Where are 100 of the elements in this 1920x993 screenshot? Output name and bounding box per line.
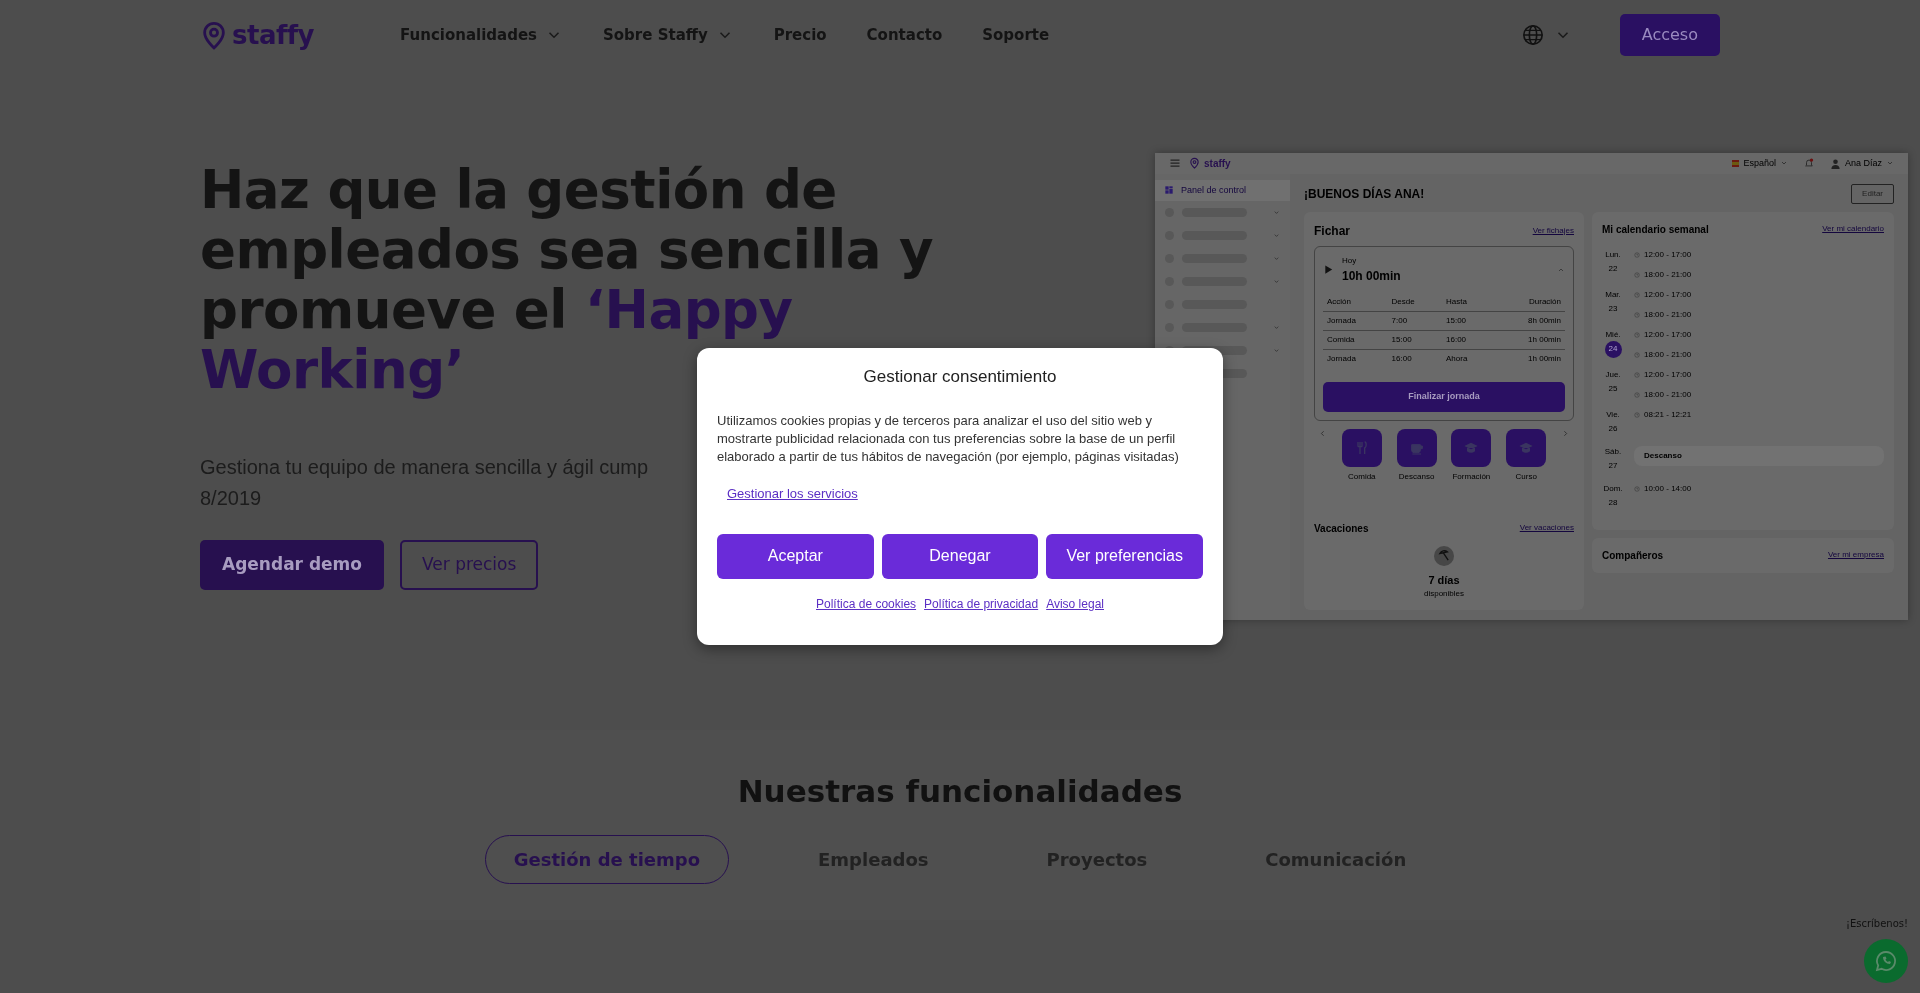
table-cell: Jornada [1323, 311, 1388, 330]
chevron-down-icon[interactable] [1273, 347, 1280, 354]
chevron-down-icon[interactable] [1273, 232, 1280, 239]
chevron-left-icon[interactable] [1318, 428, 1327, 438]
sidebar-item[interactable]: Panel de control [1155, 179, 1290, 201]
nav-link[interactable]: Precio [773, 23, 827, 47]
hero-heading-text: ‘Happy [584, 279, 793, 340]
table-cell: 15:00 [1387, 330, 1442, 349]
table-cell: 16:00 [1442, 330, 1494, 349]
consent-button[interactable]: Ver preferencias [1046, 533, 1203, 579]
calendar-date[interactable]: 27 [1604, 457, 1622, 475]
dialog-title: Gestionar consentimiento [862, 366, 1058, 388]
clock-icon [1634, 331, 1640, 338]
clock-icon [1634, 311, 1640, 318]
card-title: Mi calendario semanal [1602, 222, 1709, 237]
chat-label: ¡Escríbenos! [1845, 917, 1908, 931]
pricing-button[interactable]: Ver precios [400, 540, 539, 590]
login-button[interactable]: Acceso [1619, 14, 1720, 56]
weekday-label: Jue. [1605, 368, 1621, 381]
weekday-label: Mar. [1605, 288, 1621, 301]
calendar-date[interactable]: 26 [1604, 420, 1622, 438]
shift-time: 18:00 - 21:00 [1644, 388, 1692, 401]
shift-time: 18:00 - 21:00 [1644, 348, 1692, 361]
shortcut-button[interactable] [1506, 428, 1547, 467]
calendar-date[interactable]: 28 [1604, 494, 1622, 512]
consent-button[interactable]: Denegar [881, 533, 1039, 579]
shift-time: 12:00 - 17:00 [1644, 368, 1692, 381]
nav-link[interactable]: Soporte [982, 23, 1050, 47]
bell-icon[interactable] [1803, 157, 1814, 170]
nav-link[interactable]: Funcionalidades [400, 23, 537, 47]
consent-button[interactable]: Aceptar [717, 533, 874, 579]
weekday-label: Sáb. [1604, 445, 1622, 458]
end-workday-button[interactable]: Finalizar jornada [1323, 381, 1565, 412]
shift-time: 18:00 - 21:00 [1644, 268, 1692, 281]
logo-text: staffy [232, 18, 315, 52]
hero-heading-text: Working’ [200, 339, 465, 400]
table-cell: Comida [1323, 330, 1388, 349]
table-cell: Jornada [1323, 349, 1388, 368]
table-cell: 15:00 [1442, 311, 1494, 330]
policy-link[interactable]: Política de cookies [816, 594, 917, 613]
dialog-text: Utilizamos cookies propias y de terceros para analizar el uso del sitio web y mostrarte publicidad relacionada con tus preferencias sobre la base de un perfil elaborado a partir de tus hábitos de navegación (por ejemplo, páginas visitadas) [717, 411, 1180, 466]
clock-icon [1634, 411, 1640, 418]
clock-icon [1634, 351, 1640, 358]
chat-bubble-icon [1874, 949, 1898, 973]
shortcut-button[interactable] [1396, 428, 1437, 467]
weekday-label: Lun. [1605, 248, 1621, 261]
shortcut-label: Descanso [1398, 470, 1435, 483]
shortcut-button[interactable] [1451, 428, 1492, 467]
section-title: Nuestras funcionalidades [736, 772, 1184, 811]
user-menu[interactable]: Ana Díaz [1844, 156, 1882, 170]
calendar-date[interactable]: 22 [1604, 260, 1622, 278]
nav-link[interactable]: Contacto [866, 23, 943, 47]
policy-link[interactable]: Aviso legal [1046, 594, 1104, 613]
total-time: 10h 00min [1342, 267, 1401, 285]
calendar-date[interactable]: 24 [1604, 340, 1622, 358]
chevron-down-icon[interactable] [1273, 209, 1280, 216]
column-header: Hasta [1442, 292, 1494, 311]
clock-icon [1634, 251, 1640, 258]
date-label: Hoy [1342, 254, 1358, 267]
shortcut-button[interactable] [1341, 428, 1382, 467]
play-icon[interactable] [1323, 264, 1334, 275]
column-header: Desde [1387, 292, 1442, 311]
shift-time: 12:00 - 17:00 [1644, 328, 1692, 341]
link[interactable]: Ver vacaciones [1519, 522, 1574, 534]
shortcut-label: Formación [1452, 470, 1491, 483]
dashboard-icon[interactable] [1165, 186, 1173, 195]
vacation-caption: disponibles [1424, 588, 1464, 600]
link[interactable]: Ver mi calendario [1822, 223, 1884, 235]
vacation-days: 7 días [1428, 571, 1460, 588]
table-cell: 7:00 [1387, 311, 1442, 330]
nav-link[interactable]: Sobre Staffy [603, 23, 708, 47]
globe-icon[interactable] [1521, 24, 1544, 46]
chevron-down-icon[interactable] [1273, 278, 1280, 285]
services-link[interactable]: Gestionar los servicios [727, 484, 858, 504]
link[interactable]: Ver mi empresa [1827, 549, 1884, 561]
chevron-down-icon[interactable] [1273, 255, 1280, 262]
weekday-label: Vie. [1606, 408, 1620, 421]
demo-button[interactable]: Agendar demo [200, 540, 384, 590]
greeting-title: ¡BUENOS DÍAS ANA! [1304, 185, 1425, 203]
chevron-right-icon[interactable] [1561, 428, 1570, 438]
umbrella-icon [1434, 545, 1454, 566]
column-header: Acción [1323, 292, 1388, 311]
table-cell: 16:00 [1387, 349, 1442, 368]
table-cell: Ahora [1442, 349, 1494, 368]
calendar-date[interactable]: 25 [1604, 380, 1622, 398]
chevron-down-icon[interactable] [1273, 324, 1280, 331]
rest-day: Descanso [1634, 445, 1884, 466]
menu-icon[interactable] [1169, 157, 1181, 170]
hero-heading-text: promueve el [200, 279, 568, 340]
card-title: Vacaciones [1314, 521, 1369, 536]
shortcut-label: Curso [1515, 470, 1537, 483]
link[interactable]: Ver fichajes [1532, 224, 1574, 237]
language-selector[interactable]: Español [1743, 156, 1776, 170]
clock-icon [1634, 371, 1640, 378]
policy-link[interactable]: Política de privacidad [924, 594, 1039, 613]
clock-icon [1634, 485, 1640, 492]
chat-button[interactable] [1864, 939, 1908, 983]
table-cell: 1h 00min [1493, 349, 1565, 368]
calendar-date[interactable]: 23 [1604, 300, 1622, 318]
shortcut-label: Comida [1348, 470, 1376, 483]
